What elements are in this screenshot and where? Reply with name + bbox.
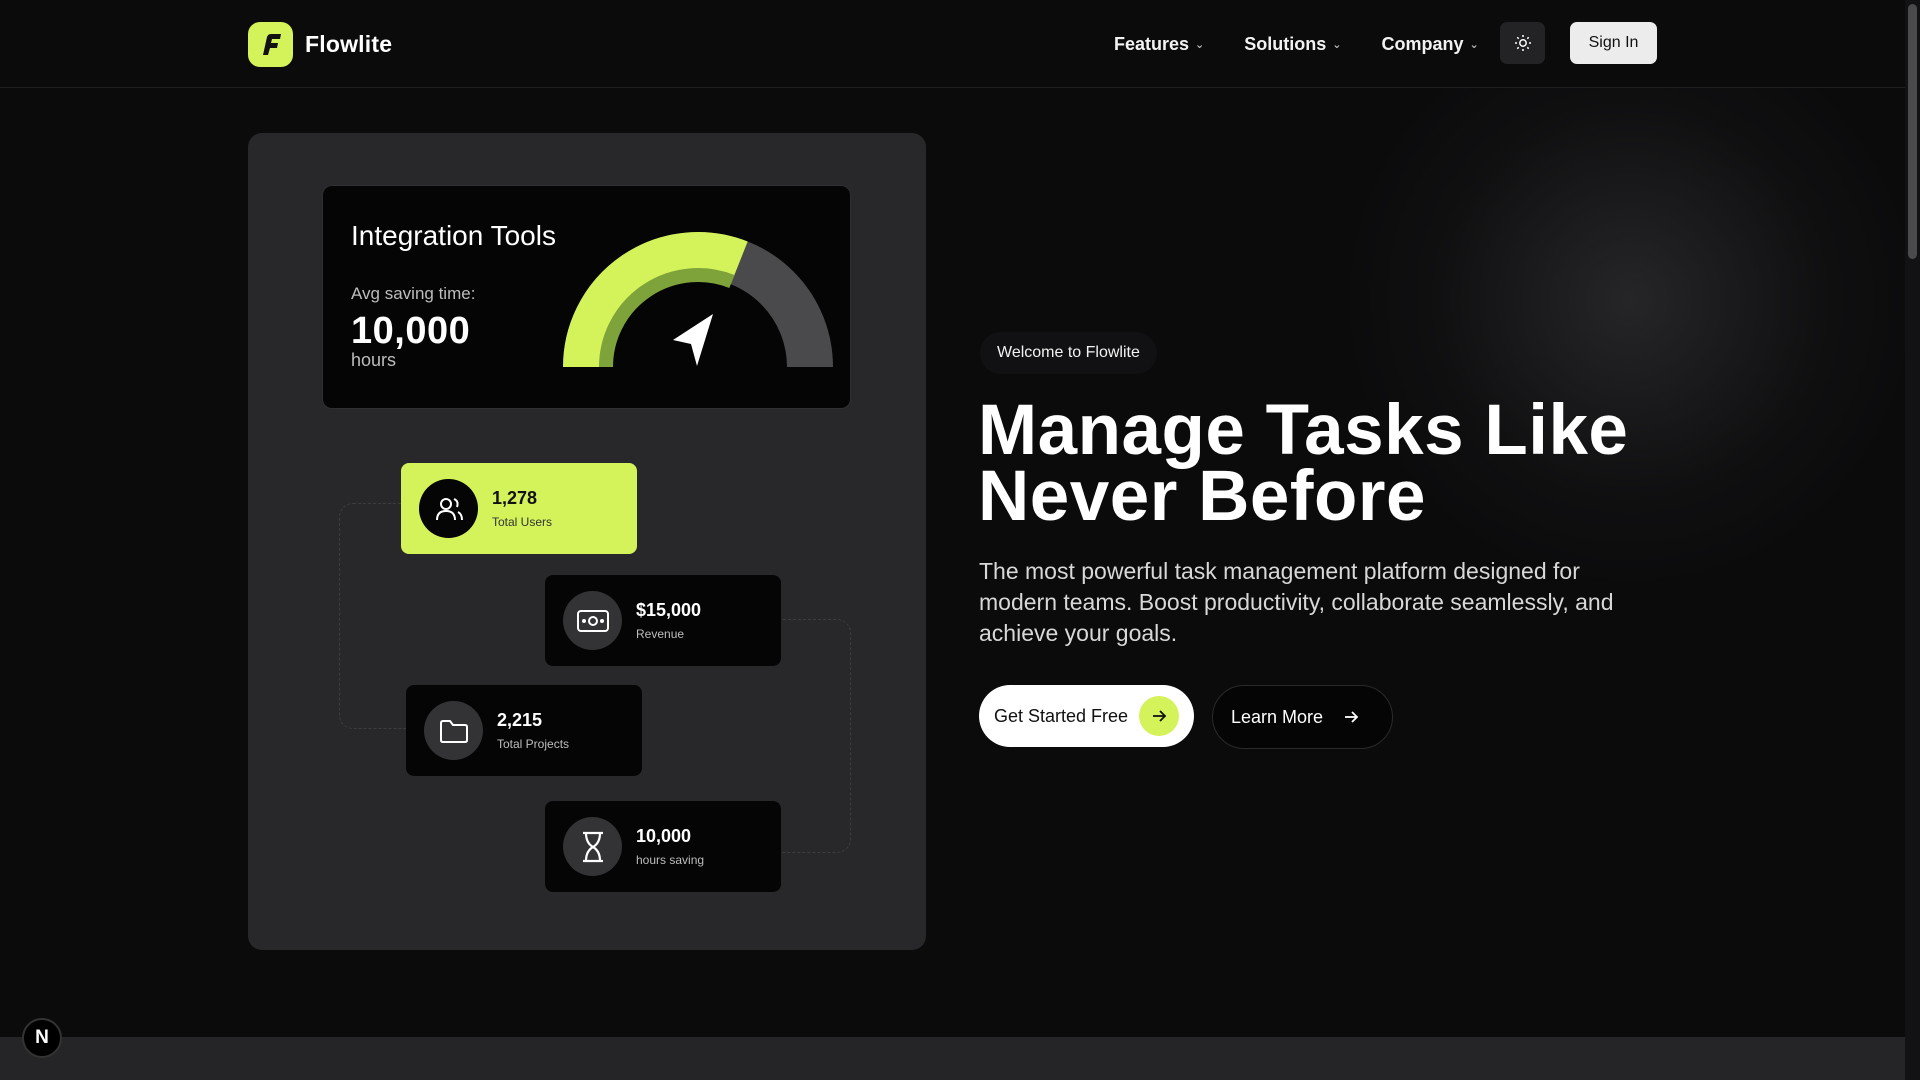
dev-tools-badge[interactable]: N xyxy=(22,1018,62,1058)
logo-mark-icon xyxy=(248,22,293,67)
stat-label: Total Projects xyxy=(497,737,570,751)
learn-more-label: Learn More xyxy=(1231,706,1324,727)
users-icon xyxy=(419,479,478,538)
connector-line xyxy=(339,503,409,729)
brand-name: Flowlite xyxy=(305,31,393,57)
nav-item-label: Features xyxy=(1114,33,1190,54)
top-navbar: Flowlite Features ⌄ Solutions ⌄ Company … xyxy=(0,0,1905,88)
stat-value: 1,278 xyxy=(492,488,538,508)
saving-time-gauge xyxy=(563,232,833,368)
nav-item-features[interactable]: Features ⌄ xyxy=(1114,34,1204,55)
get-started-button[interactable]: Get Started Free xyxy=(979,685,1194,747)
chevron-down-icon: ⌄ xyxy=(1332,38,1342,51)
next-section-edge xyxy=(0,1037,1905,1080)
stat-label: Revenue xyxy=(636,627,685,641)
integration-card-value: 10,000 xyxy=(351,310,471,352)
hero-headline: Manage Tasks Like Never Before xyxy=(978,391,1629,536)
integration-card-title: Integration Tools xyxy=(351,220,556,251)
brand-logo[interactable]: Flowlite xyxy=(248,22,392,67)
get-started-label: Get Started Free xyxy=(994,705,1129,726)
integration-tools-card: Integration Tools Avg saving time: 10,00… xyxy=(322,185,851,409)
stat-value: $15,000 xyxy=(636,600,702,620)
chevron-down-icon: ⌄ xyxy=(1195,38,1205,51)
stat-card-total-projects: 2,215 Total Projects xyxy=(406,685,642,776)
stat-card-total-users: 1,278 Total Users xyxy=(401,463,637,554)
integration-card-unit: hours xyxy=(351,350,397,370)
stat-value: 10,000 xyxy=(636,826,692,846)
stat-card-hours-saving: 10,000 hours saving xyxy=(545,801,781,892)
theme-toggle-button[interactable] xyxy=(1500,22,1545,64)
hero-description: The most powerful task management platfo… xyxy=(979,558,1614,646)
sign-in-button[interactable]: Sign In xyxy=(1570,22,1657,64)
sun-icon xyxy=(1514,35,1531,51)
chevron-down-icon: ⌄ xyxy=(1469,38,1479,51)
nav-item-label: Company xyxy=(1381,33,1464,54)
dashboard-preview-panel: Integration Tools Avg saving time: 10,00… xyxy=(248,133,926,950)
nav-item-solutions[interactable]: Solutions ⌄ xyxy=(1244,34,1341,55)
scrollbar-thumb[interactable] xyxy=(1908,4,1917,259)
main-nav: Features ⌄ Solutions ⌄ Company ⌄ xyxy=(1114,22,1519,66)
connector-line xyxy=(778,619,851,853)
page-scrollbar[interactable] xyxy=(1905,0,1920,1080)
stat-label: hours saving xyxy=(636,853,705,867)
nav-item-label: Solutions xyxy=(1244,33,1327,54)
paper-plane-icon xyxy=(673,314,713,366)
nav-item-company[interactable]: Company ⌄ xyxy=(1381,34,1478,55)
stat-value: 2,215 xyxy=(497,710,543,730)
learn-more-button[interactable]: Learn More xyxy=(1212,685,1393,749)
arrow-right-icon xyxy=(1345,711,1359,723)
hourglass-icon xyxy=(563,817,622,876)
banknote-icon xyxy=(563,591,622,650)
integration-card-subtitle: Avg saving time: xyxy=(351,284,476,303)
stat-label: Total Users xyxy=(492,515,553,529)
welcome-badge: Welcome to Flowlite xyxy=(980,332,1157,374)
arrow-right-icon xyxy=(1139,696,1179,736)
stat-card-revenue: $15,000 Revenue xyxy=(545,575,781,666)
folder-icon xyxy=(424,701,483,760)
